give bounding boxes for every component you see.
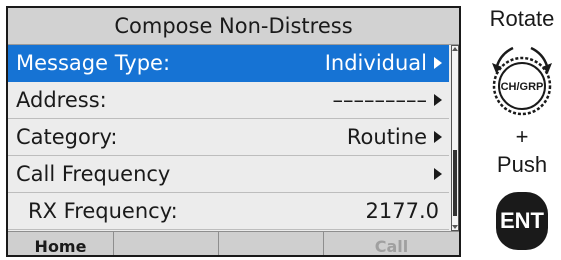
screen-title: Compose Non-Distress [8, 8, 459, 45]
rotate-label: Rotate [489, 6, 555, 31]
menu-item-label: Category: [16, 125, 118, 149]
softkey-blank-2[interactable] [218, 232, 323, 255]
scrollbar-thumb[interactable] [453, 150, 457, 216]
softkey-bar: Home Call [8, 231, 459, 255]
softkey-blank-1[interactable] [113, 232, 218, 255]
softkey-call[interactable]: Call [323, 232, 459, 255]
menu-item-value: Routine [346, 125, 427, 149]
knob-label: CH/GRP [501, 81, 544, 93]
ent-key[interactable]: ENT [496, 192, 548, 250]
menu-item-label: Call Frequency [16, 162, 171, 186]
right-arrow-icon [434, 94, 442, 106]
menu-item-rx-frequency[interactable]: RX Frequency: 2177.0 [8, 193, 449, 230]
radio-display: Compose Non-Distress Message Type: Indiv… [6, 6, 461, 257]
menu-list: Message Type: Individual Address: ––––––… [8, 45, 449, 231]
scrollbar[interactable] [451, 45, 459, 231]
menu-item-message-type[interactable]: Message Type: Individual [8, 45, 449, 82]
menu-item-value: 2177.0 [365, 199, 439, 223]
softkey-home[interactable]: Home [8, 232, 113, 255]
menu-item-label: Address: [16, 88, 107, 112]
menu-item-value: ––––––––– [332, 88, 428, 112]
plus-label: + [515, 124, 529, 149]
right-arrow-icon [434, 168, 442, 180]
scroll-down-arrow-icon [452, 225, 458, 229]
right-arrow-icon [434, 131, 442, 143]
push-label: Push [496, 152, 548, 177]
menu-item-address[interactable]: Address: ––––––––– [8, 82, 449, 119]
menu-item-label: Message Type: [16, 51, 171, 75]
menu-item-category[interactable]: Category: Routine [8, 119, 449, 156]
scroll-up-arrow-icon [452, 47, 458, 51]
right-arrow-icon [434, 57, 442, 69]
menu-item-label: RX Frequency: [28, 199, 178, 223]
ch-grp-knob[interactable]: CH/GRP [483, 36, 561, 136]
menu-item-value: Individual [324, 51, 427, 75]
menu-item-call-frequency[interactable]: Call Frequency [8, 156, 449, 193]
